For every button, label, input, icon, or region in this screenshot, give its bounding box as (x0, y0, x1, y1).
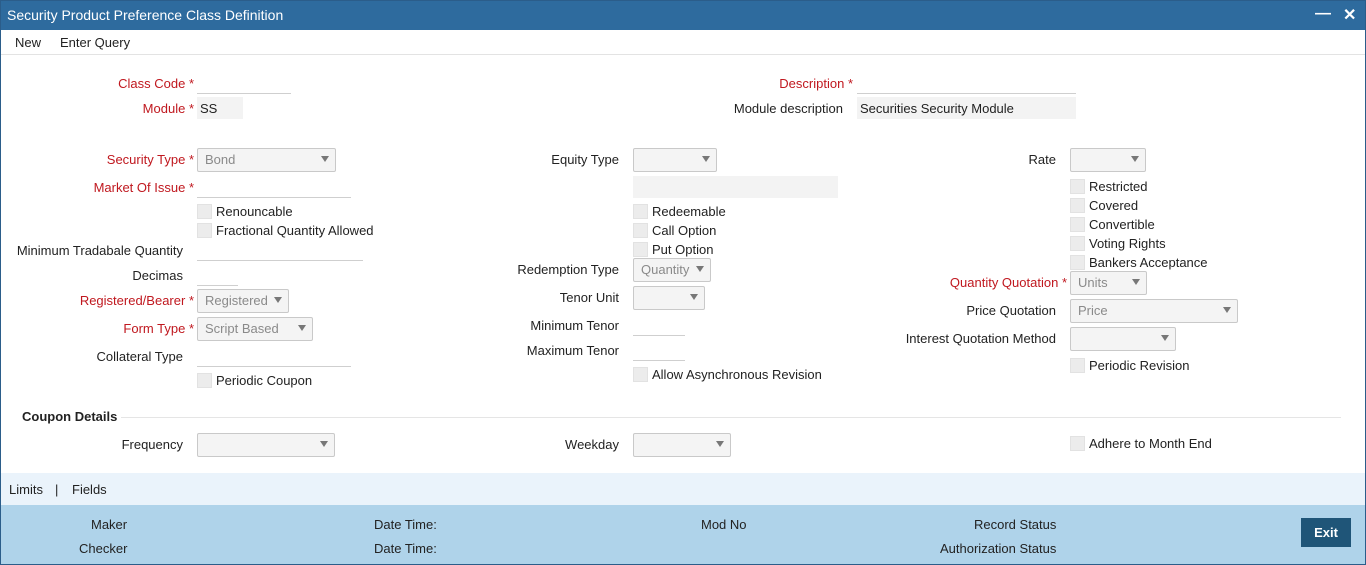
maker-label: Maker (91, 517, 128, 532)
weekday-label: Weekday (565, 437, 619, 452)
redemption-type-label: Redemption Type (517, 262, 619, 277)
close-icon[interactable]: ✕ (1343, 5, 1356, 25)
decimas-input[interactable] (197, 264, 238, 286)
footer-links-bar: Limits | Fields (1, 473, 1365, 505)
chevron-down-icon (1223, 307, 1231, 313)
chevron-down-icon (320, 441, 328, 447)
checker-date-time-label: Date Time: (374, 541, 437, 556)
chevron-down-icon (1161, 335, 1169, 341)
minimum-tenor-label: Minimum Tenor (530, 318, 619, 333)
class-code-label: Class Code * (118, 76, 194, 91)
decimas-label: Decimas (132, 268, 183, 283)
window: Security Product Preference Class Defini… (0, 0, 1366, 565)
chevron-down-icon (1132, 279, 1140, 285)
menu-enter-query[interactable]: Enter Query (60, 35, 130, 50)
limits-link[interactable]: Limits (9, 482, 43, 497)
frequency-select[interactable] (197, 433, 335, 457)
section-divider (121, 417, 1341, 418)
checker-label: Checker (79, 541, 128, 556)
maker-date-time-label: Date Time: (374, 517, 437, 532)
fields-link[interactable]: Fields (72, 482, 107, 497)
form-type-select[interactable]: Script Based (197, 317, 313, 341)
price-quotation-select[interactable]: Price (1070, 299, 1238, 323)
quantity-quotation-label: Quantity Quotation * (949, 275, 1067, 290)
title-bar: Security Product Preference Class Defini… (1, 1, 1365, 30)
equity-type-label: Equity Type (551, 152, 619, 167)
minimum-tenor-input[interactable] (633, 314, 685, 336)
chevron-down-icon (690, 294, 698, 300)
interest-quotation-select[interactable] (1070, 327, 1176, 351)
mod-no-label: Mod No (701, 517, 747, 532)
form-type-label: Form Type * (123, 321, 194, 336)
module-input[interactable] (197, 97, 243, 119)
registered-bearer-select[interactable]: Registered (197, 289, 289, 313)
equity-type-select[interactable] (633, 148, 717, 172)
description-label: Description * (779, 76, 853, 91)
rate-label: Rate (1028, 152, 1056, 167)
equity-type-description[interactable] (633, 176, 838, 198)
tenor-unit-select[interactable] (633, 286, 705, 310)
collateral-type-input[interactable] (197, 345, 351, 367)
maximum-tenor-label: Maximum Tenor (526, 343, 619, 358)
exit-button[interactable]: Exit (1301, 518, 1351, 547)
menu-bar: New Enter Query (1, 30, 1365, 55)
min-tradable-qty-input[interactable] (197, 239, 363, 261)
weekday-select[interactable] (633, 433, 731, 457)
price-quotation-label: Price Quotation (966, 303, 1056, 318)
collateral-type-label: Collateral Type (96, 349, 183, 364)
frequency-label: Frequency (121, 437, 183, 452)
tenor-unit-label: Tenor Unit (559, 290, 619, 305)
maximum-tenor-input[interactable] (633, 339, 685, 361)
module-description-input[interactable] (857, 97, 1076, 119)
module-description-label: Module description (733, 101, 843, 116)
quantity-quotation-select[interactable]: Units (1070, 271, 1147, 295)
market-of-issue-input[interactable] (197, 176, 351, 198)
class-code-input[interactable] (197, 72, 291, 94)
chevron-down-icon (274, 297, 282, 303)
chevron-down-icon (696, 266, 704, 272)
chevron-down-icon (702, 156, 710, 162)
link-separator: | (55, 482, 59, 497)
chevron-down-icon (321, 156, 329, 162)
minimize-icon[interactable]: — (1315, 5, 1331, 23)
window-title: Security Product Preference Class Defini… (7, 7, 284, 23)
security-type-select[interactable]: Bond (197, 148, 336, 172)
rate-select[interactable] (1070, 148, 1146, 172)
registered-bearer-label: Registered/Bearer * (79, 293, 194, 308)
audit-bar: Maker Checker Date Time: Date Time: Mod … (1, 505, 1365, 564)
redemption-type-select[interactable]: Quantity (633, 258, 711, 282)
chevron-down-icon (716, 441, 724, 447)
chevron-down-icon (1131, 156, 1139, 162)
menu-new[interactable]: New (15, 35, 41, 50)
security-type-label: Security Type * (106, 152, 194, 167)
min-tradable-qty-label: Minimum Tradabale Quantity (16, 243, 183, 258)
chevron-down-icon (298, 325, 306, 331)
coupon-details-heading: Coupon Details (22, 409, 118, 424)
record-status-label: Record Status (974, 517, 1057, 532)
description-input[interactable] (857, 72, 1076, 94)
market-of-issue-label: Market Of Issue * (93, 180, 194, 195)
authorization-status-label: Authorization Status (940, 541, 1057, 556)
interest-quotation-label: Interest Quotation Method (905, 331, 1056, 346)
module-label: Module * (142, 101, 194, 116)
